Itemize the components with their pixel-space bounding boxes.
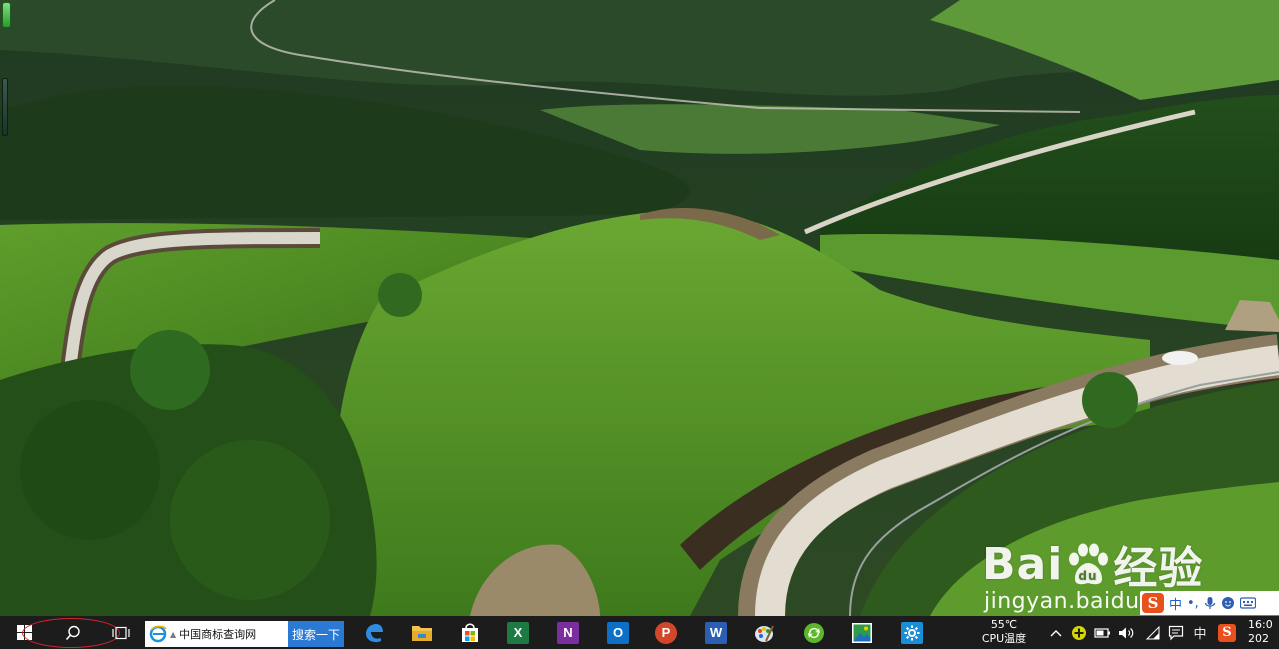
- watermark-brand: Bai du 经验: [982, 532, 1203, 596]
- edge-icon: [366, 623, 383, 642]
- volume-icon: [1119, 627, 1134, 638]
- wifi-icon: [1145, 625, 1160, 639]
- keyboard-icon[interactable]: [1239, 597, 1256, 609]
- task-view-button[interactable]: [108, 616, 134, 649]
- powerpoint-icon: P: [655, 621, 677, 644]
- search-icon: [65, 625, 80, 640]
- taskbar-app-paint[interactable]: [744, 616, 784, 649]
- taskbar-app-store[interactable]: [450, 616, 490, 649]
- tray-volume[interactable]: [1116, 616, 1138, 649]
- ime-punct-toggle[interactable]: •,: [1187, 596, 1199, 611]
- taskbar-app-excel[interactable]: X: [498, 616, 538, 649]
- taskbar-app-edge[interactable]: [354, 616, 394, 649]
- desktop[interactable]: Bai du 经验 jingyan.baidu.com S 中 •,: [0, 0, 1279, 616]
- cpu-temperature-label: CPU温度: [981, 632, 1027, 645]
- excel-icon: X: [507, 621, 529, 644]
- search-button[interactable]: [60, 616, 86, 649]
- notification-icon: [1168, 625, 1184, 640]
- photos-icon: [852, 622, 872, 643]
- watermark-du: du: [1079, 569, 1098, 583]
- tray-network[interactable]: [1142, 616, 1164, 649]
- store-icon: [462, 623, 478, 642]
- battery-gadget[interactable]: [2, 2, 11, 28]
- emoji-icon[interactable]: [1221, 596, 1235, 610]
- ime-floating-bar[interactable]: S 中 •,: [1140, 591, 1279, 615]
- address-search-button[interactable]: 搜索一下: [288, 621, 344, 647]
- cpu-temperature[interactable]: 55℃ CPU温度: [968, 618, 1040, 648]
- word-icon: W: [705, 621, 727, 644]
- paint-icon: [755, 625, 774, 642]
- clock[interactable]: 16:0 202: [1248, 618, 1279, 648]
- ime-mode-toggle[interactable]: 中: [1169, 594, 1182, 613]
- taskbar-app-powerpoint[interactable]: P: [646, 616, 686, 649]
- mic-icon[interactable]: [1204, 596, 1216, 610]
- tray-battery[interactable]: [1092, 616, 1114, 649]
- tray-action-center[interactable]: [1166, 616, 1186, 649]
- tray-plus-app[interactable]: [1068, 616, 1090, 649]
- tray-overflow-button[interactable]: [1046, 616, 1066, 649]
- task-view-icon: [112, 626, 130, 639]
- chevron-up-icon: [1050, 629, 1062, 636]
- watermark-brand-bai: Bai: [982, 538, 1064, 590]
- plus-badge-icon: [1072, 625, 1086, 640]
- watermark-brand-jingyan: 经验: [1113, 543, 1204, 594]
- onenote-icon: N: [557, 621, 579, 644]
- sogou-icon: S: [1218, 623, 1236, 642]
- taskbar-app-sync[interactable]: [794, 616, 834, 649]
- address-input[interactable]: 中国商标查询网: [179, 626, 256, 642]
- address-toolbar[interactable]: ▲ 中国商标查询网: [145, 621, 288, 647]
- cpu-temperature-value: 55℃: [990, 618, 1018, 631]
- clock-date: 202: [1248, 632, 1269, 645]
- taskbar-app-onenote[interactable]: N: [548, 616, 588, 649]
- taskbar-app-photos[interactable]: [842, 616, 882, 649]
- baidu-paw-icon: du: [1069, 543, 1109, 585]
- sync-icon: [804, 622, 824, 643]
- gear-icon: [901, 621, 923, 644]
- battery-icon: [1094, 627, 1110, 638]
- volume-gadget[interactable]: [2, 78, 8, 136]
- tray-sogou[interactable]: S: [1214, 616, 1240, 649]
- clock-time: 16:0: [1248, 618, 1273, 631]
- address-dropdown-icon[interactable]: ▲: [170, 630, 176, 639]
- taskbar-app-file-explorer[interactable]: [402, 616, 442, 649]
- taskbar-app-outlook[interactable]: O: [598, 616, 638, 649]
- folder-icon: [412, 625, 432, 641]
- outlook-icon: O: [607, 621, 629, 644]
- taskbar-app-settings[interactable]: [892, 616, 932, 649]
- taskbar: ▲ 中国商标查询网 搜索一下 X N O P W 55℃ CPU温度 中 S 1…: [0, 616, 1279, 649]
- tray-ime-mode[interactable]: 中: [1188, 616, 1212, 649]
- sogou-logo-icon[interactable]: S: [1142, 593, 1164, 613]
- ie-icon: [149, 625, 167, 643]
- taskbar-app-word[interactable]: W: [696, 616, 736, 649]
